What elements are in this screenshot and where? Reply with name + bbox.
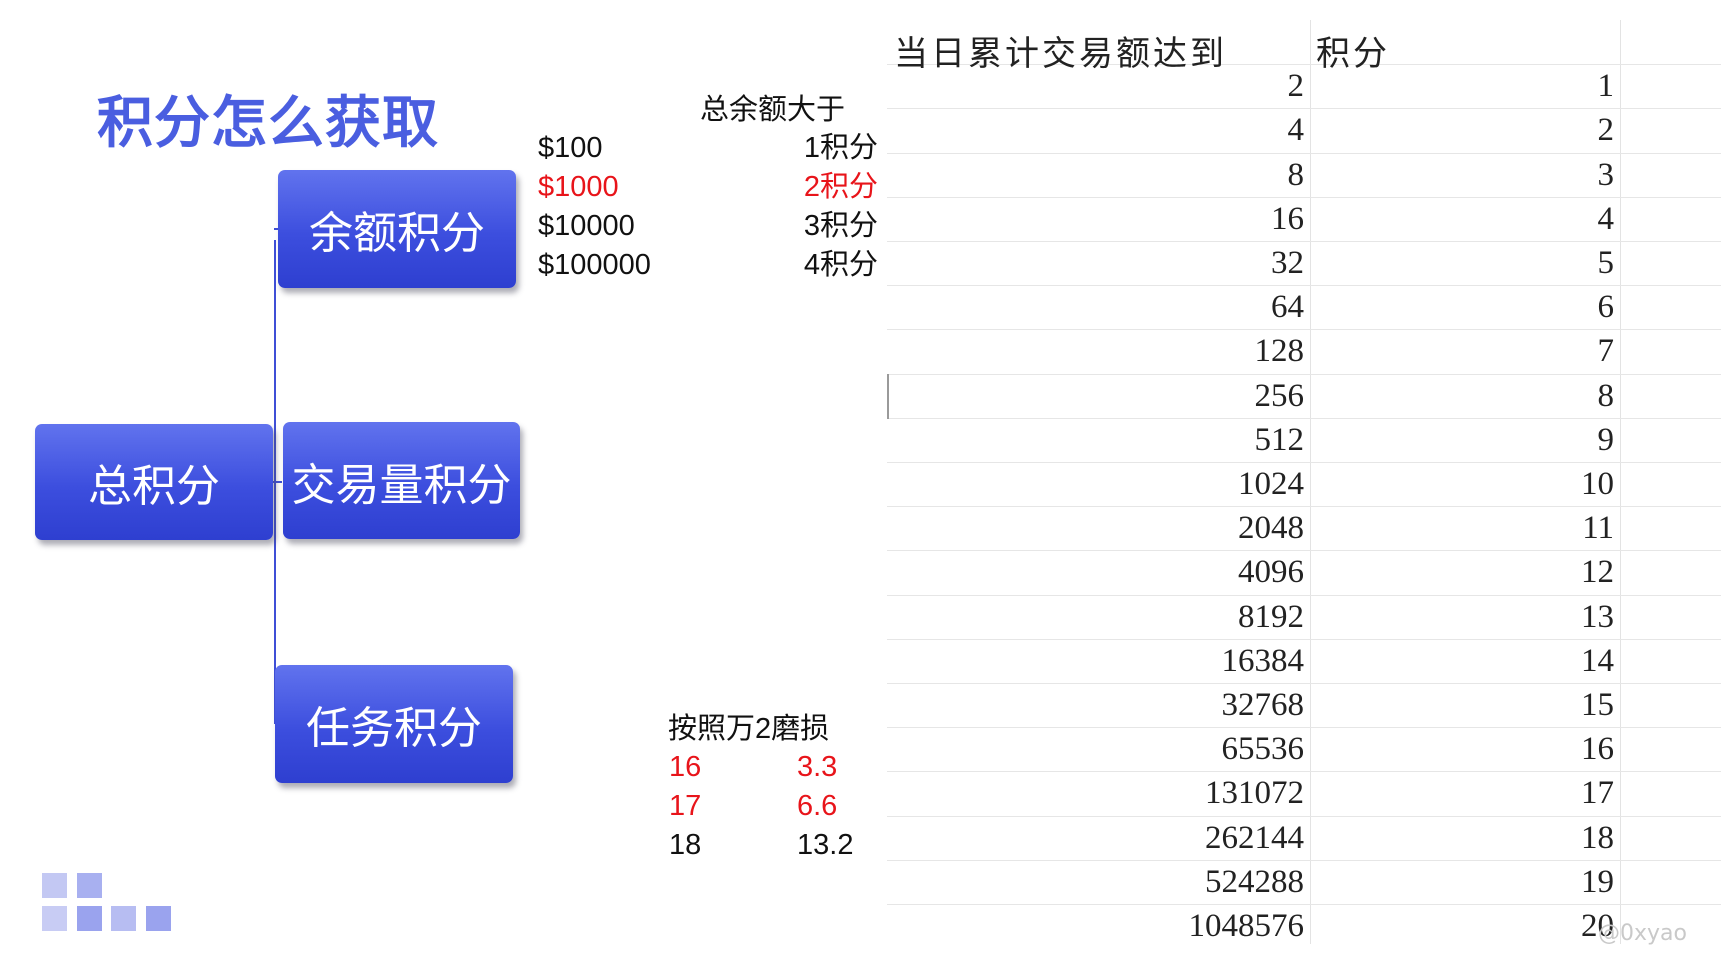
table-row: 2048 11 (887, 506, 1721, 552)
table-row: 8192 13 (887, 595, 1721, 640)
logo-square (42, 873, 67, 898)
logo-square (42, 906, 67, 931)
table-row: 512 9 (887, 418, 1721, 463)
table-cell-points[interactable]: 17 (1581, 771, 1614, 815)
table-cell-volume[interactable]: 8 (1288, 153, 1305, 197)
balance-amount: $100 (538, 132, 603, 164)
table-row: 42 (887, 108, 1721, 154)
table-cell-volume[interactable]: 8192 (1238, 595, 1304, 639)
table-cell-volume[interactable]: 524288 (1205, 860, 1304, 904)
table-row: 21 (887, 64, 1721, 110)
balance-section-header: 总余额大于 (700, 94, 846, 126)
wear-points: 18 (669, 829, 702, 861)
task-points-box[interactable]: 任务积分 (275, 665, 513, 783)
table-cell-points[interactable]: 5 (1598, 241, 1615, 285)
table-cell-points[interactable]: 9 (1598, 418, 1615, 462)
balance-points-box[interactable]: 余额积分 (278, 170, 516, 288)
table-row: 262144 18 (887, 816, 1721, 861)
wear-points: 17 (669, 790, 702, 822)
table-cell-volume[interactable]: 262144 (1205, 816, 1304, 860)
table-cell-volume[interactable]: 32768 (1222, 683, 1305, 727)
table-row: 83 (887, 153, 1721, 198)
logo-square (111, 906, 136, 931)
table-cell-points[interactable]: 18 (1581, 816, 1614, 860)
balance-points: 2积分 (803, 171, 878, 203)
table-row: 524288 19 (887, 860, 1721, 905)
table-row: 4096 12 (887, 550, 1721, 596)
table-cell-points[interactable]: 2 (1598, 108, 1615, 152)
table-cell-volume[interactable]: 128 (1255, 329, 1305, 373)
balance-points: 4积分 (803, 249, 878, 281)
table-cell-points[interactable]: 8 (1598, 374, 1615, 418)
table-header-row: 当日累计交易额达到 积分 (887, 20, 1721, 74)
table-cell-volume[interactable]: 131072 (1205, 771, 1304, 815)
table-cell-volume[interactable]: 64 (1271, 285, 1304, 329)
table-row: 128 7 (887, 329, 1721, 375)
table-row: 16384 14 (887, 639, 1721, 684)
table-cell-points[interactable]: 15 (1581, 683, 1614, 727)
table-row: 1024 10 (887, 462, 1721, 508)
table-cell-volume[interactable]: 32 (1271, 241, 1304, 285)
wear-points: 16 (669, 751, 702, 783)
table-cell-points[interactable]: 16 (1581, 727, 1614, 771)
page-title: 积分怎么获取 (97, 91, 439, 156)
balance-points: 1积分 (803, 132, 878, 164)
wear-value: 3.3 (797, 751, 838, 783)
table-cell-points[interactable]: 19 (1581, 860, 1614, 904)
watermark: @0xyao (1598, 921, 1687, 946)
total-points-label: 总积分 (88, 461, 220, 512)
table-cell-volume[interactable]: 4096 (1238, 550, 1304, 594)
cell-cursor (887, 374, 889, 419)
table-row: 16 4 (887, 197, 1721, 242)
table-cell-points[interactable]: 3 (1598, 153, 1615, 197)
volume-points-label: 交易量积分 (291, 459, 512, 511)
table-row: 32 5 (887, 241, 1721, 287)
task-points-label: 任务积分 (306, 703, 482, 754)
table-cell-points[interactable]: 10 (1581, 462, 1614, 506)
balance-amount: $10000 (538, 210, 635, 242)
balance-points-label: 余额积分 (309, 208, 485, 259)
table-cell-volume[interactable]: 1048576 (1189, 904, 1305, 944)
table-cell-points[interactable]: 6 (1598, 285, 1615, 329)
table-cell-volume[interactable]: 2048 (1238, 506, 1304, 550)
wear-value: 13.2 (797, 829, 854, 861)
volume-points-box[interactable]: 交易量积分 (283, 422, 520, 539)
table-cell-volume[interactable]: 2 (1288, 64, 1305, 108)
logo-square (146, 906, 171, 931)
table-cell-points[interactable]: 12 (1581, 550, 1614, 594)
balance-amount: $1000 (538, 171, 619, 203)
points-table: 当日累计交易额达到 积分 2 1 4 2 8 3 16 4 32 5 64 6 128 7 256 8 512 9… (887, 20, 1721, 944)
table-cell-volume[interactable]: 65536 (1222, 727, 1305, 771)
wear-section-header: 按照万2磨损 (668, 713, 830, 745)
logo-square (77, 873, 102, 898)
table-cell-volume[interactable]: 256 (1255, 374, 1305, 418)
table-cell-points[interactable]: 1 (1598, 64, 1615, 108)
table-row: 1048576 20 (887, 904, 1721, 944)
table-row: 64 6 (887, 285, 1721, 331)
table-cell-points[interactable]: 4 (1598, 197, 1615, 241)
table-cell-volume[interactable]: 1024 (1238, 462, 1304, 506)
table-cell-points[interactable]: 14 (1581, 639, 1614, 683)
table-cell-volume[interactable]: 16384 (1222, 639, 1305, 683)
table-row: 256 8 (887, 374, 1721, 419)
table-row: 32768 15 (887, 683, 1721, 729)
table-cell-points[interactable]: 13 (1581, 595, 1614, 639)
balance-amount: $100000 (538, 249, 651, 281)
table-cell-points[interactable]: 11 (1582, 506, 1614, 550)
total-points-box[interactable]: 总积分 (35, 424, 273, 540)
table-row: 131072 17 (887, 771, 1721, 817)
table-cell-points[interactable]: 7 (1598, 329, 1615, 373)
balance-points: 3积分 (803, 210, 878, 242)
table-row: 65536 16 (887, 727, 1721, 773)
table-cell-volume[interactable]: 512 (1255, 418, 1305, 462)
wear-value: 6.6 (797, 790, 838, 822)
logo-square (77, 906, 102, 931)
table-cell-volume[interactable]: 4 (1288, 108, 1305, 152)
table-cell-volume[interactable]: 16 (1271, 197, 1304, 241)
